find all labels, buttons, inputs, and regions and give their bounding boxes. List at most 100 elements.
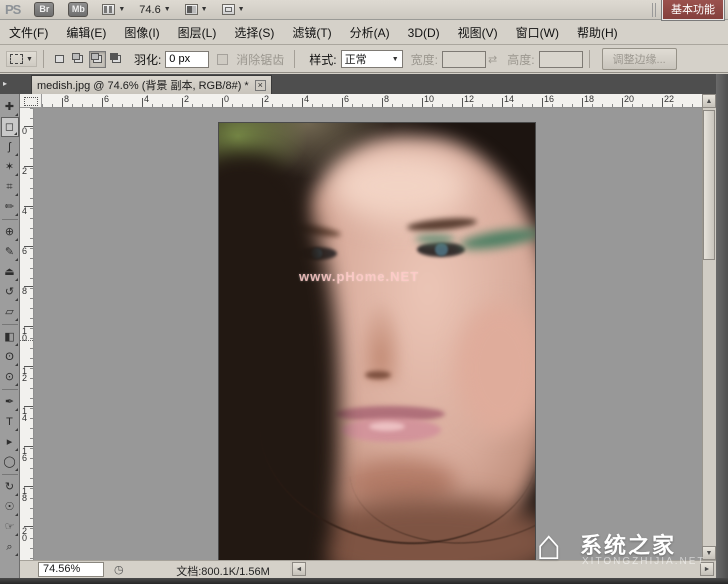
brush-tool[interactable]: ✎ [1, 242, 19, 262]
menu-file[interactable]: 文件(F) [0, 21, 57, 44]
ruler-label: 0 [22, 126, 28, 136]
ruler-label: 8 [22, 286, 28, 296]
ruler-tick [582, 98, 583, 107]
ruler-label: 8 [64, 94, 70, 104]
menu-3d[interactable]: 3D(D) [399, 23, 449, 43]
ruler-label: 2 0 [22, 526, 28, 543]
menu-analysis[interactable]: 分析(A) [341, 21, 399, 44]
menu-layer[interactable]: 图层(L) [169, 21, 226, 44]
width-input[interactable] [441, 50, 486, 68]
new-selection-button[interactable] [51, 51, 68, 68]
rect-marquee-tool[interactable]: ◻ [0, 117, 19, 137]
zoom-level-dropdown[interactable]: 74.6 ▼ [139, 4, 170, 16]
feather-input[interactable] [165, 50, 210, 68]
ruler-label: 0 [224, 94, 230, 104]
ruler-label: 6 [22, 246, 28, 256]
chevron-down-icon: ▼ [237, 6, 245, 13]
menu-filter[interactable]: 滤镜(T) [283, 21, 340, 44]
status-zoom-input[interactable]: 74.56% [38, 562, 104, 577]
menu-view[interactable]: 视图(V) [449, 21, 507, 44]
menu-edit[interactable]: 编辑(E) [57, 21, 115, 44]
blur-tool-icon: ʘ [5, 350, 14, 363]
ruler-label: 16 [544, 94, 555, 104]
ruler-label: 4 [304, 94, 310, 104]
zoom-tool[interactable]: ⌕ [1, 537, 19, 557]
lasso-tool[interactable]: ʃ [1, 137, 19, 157]
ruler-tick [262, 98, 263, 107]
ruler-label: 6 [104, 94, 110, 104]
scroll-up-icon[interactable]: ▲ [702, 94, 716, 108]
scroll-left-icon[interactable]: ◄ [292, 562, 306, 576]
eraser-tool-icon: ▱ [5, 305, 14, 318]
eraser-tool[interactable]: ▱ [1, 302, 19, 322]
height-label: 高度: [507, 52, 535, 67]
menu-window[interactable]: 窗口(W) [507, 21, 568, 44]
menu-help[interactable]: 帮助(H) [568, 21, 627, 44]
vertical-ruler[interactable]: 024681 01 21 41 61 82 02 2 [20, 108, 34, 560]
ruler-label: 14 [504, 94, 515, 104]
ruler-tick [462, 98, 463, 107]
antialias-checkbox[interactable] [217, 53, 229, 65]
ruler-label: 10 [424, 94, 435, 104]
ruler-tick [502, 98, 503, 107]
path-select-tool[interactable]: ▸ [1, 432, 19, 452]
panel-collapse-icon[interactable]: ▸ [3, 79, 7, 88]
pen-tool[interactable]: ✒ [1, 392, 19, 412]
canvas-area[interactable]: www.pHome.NET [34, 108, 702, 560]
ruler-tick [102, 98, 103, 107]
type-tool[interactable]: T [1, 412, 19, 432]
document-image[interactable]: www.pHome.NET [218, 122, 536, 560]
orbit-3d-tool-icon: ☉ [4, 500, 15, 513]
view-extras-dropdown[interactable]: ▼ [102, 4, 125, 15]
dodge-tool[interactable]: ⊙ [1, 367, 19, 387]
swap-dimensions-icon[interactable]: ⇄ [488, 53, 497, 66]
view-extras-icon [102, 4, 116, 15]
document-tab[interactable]: medish.jpg @ 74.6% (背景 副本, RGB/8#) * × [31, 75, 272, 94]
workspace-basic-button[interactable]: 基本功能 [661, 0, 725, 21]
lasso-tool-icon: ʃ [8, 140, 11, 153]
gradient-tool[interactable]: ◧ [1, 327, 19, 347]
ruler-origin-box[interactable] [20, 94, 42, 108]
launch-bridge-button[interactable]: Br [34, 2, 55, 17]
clone-stamp-tool-icon: ⏏ [4, 265, 15, 278]
ruler-tick [62, 98, 63, 107]
screen-mode-dropdown[interactable]: ▼ [221, 4, 245, 15]
refine-edge-button[interactable]: 调整边缘... [601, 48, 677, 70]
rotate-3d-tool[interactable]: ↻ [1, 477, 19, 497]
crop-tool[interactable]: ⌗ [1, 177, 19, 197]
healing-brush-tool-icon: ⊕ [4, 225, 15, 238]
magic-wand-tool[interactable]: ✶ [1, 157, 19, 177]
ruler-label: 18 [584, 94, 595, 104]
launch-minibridge-button[interactable]: Mb [68, 2, 89, 17]
eyedropper-tool[interactable]: ✏ [1, 197, 19, 217]
menu-select[interactable]: 选择(S) [225, 21, 283, 44]
style-select[interactable]: 正常 ▼ [340, 50, 403, 68]
intersect-selection-button[interactable] [108, 51, 125, 68]
window-bottom-edge [0, 578, 728, 584]
toolbox-separator [1, 474, 18, 475]
arrange-documents-dropdown[interactable]: ▼ [184, 4, 208, 15]
menu-image[interactable]: 图像(I) [115, 21, 168, 44]
blur-tool[interactable]: ʘ [1, 347, 19, 367]
hand-tool[interactable]: ☞ [1, 517, 19, 537]
horizontal-ruler[interactable]: 8 6 4 2 0 2 4 6 8 10 12 14 16 18 20 22 [42, 94, 702, 108]
tool-preset-picker[interactable]: ▼ [6, 51, 37, 67]
history-brush-tool[interactable]: ↺ [1, 282, 19, 302]
subtract-from-selection-button[interactable] [88, 50, 106, 68]
shape-tool[interactable]: ◯ [1, 452, 19, 472]
vertical-scrollbar-thumb[interactable] [703, 110, 715, 260]
orbit-3d-tool[interactable]: ☉ [1, 497, 19, 517]
height-input[interactable] [538, 50, 583, 68]
ruler-tick [622, 98, 623, 107]
chevron-down-icon: ▼ [118, 6, 126, 13]
move-tool[interactable]: ✚ [1, 97, 19, 117]
add-to-selection-button[interactable] [70, 51, 87, 68]
chevron-down-icon: ▼ [391, 55, 399, 63]
antialias-label: 消除锯齿 [236, 52, 285, 67]
close-icon[interactable]: × [254, 79, 266, 91]
ps-logo: PS [5, 2, 21, 17]
ruler-label: 12 [464, 94, 475, 104]
clone-stamp-tool[interactable]: ⏏ [1, 262, 19, 282]
healing-brush-tool[interactable]: ⊕ [1, 222, 19, 242]
type-tool-icon: T [6, 415, 13, 428]
